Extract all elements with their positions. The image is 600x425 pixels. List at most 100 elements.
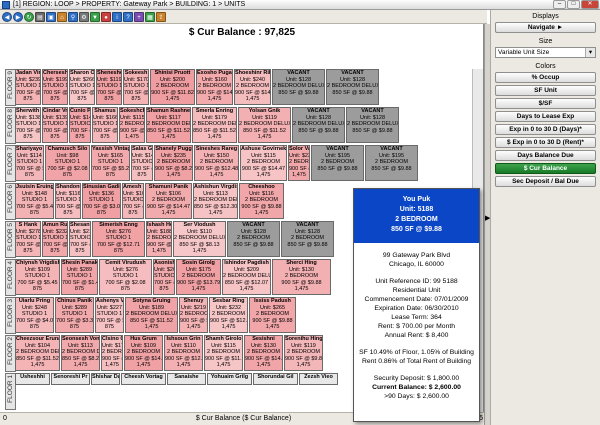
unit-cell[interactable]: S HankUnit: $278STUDIO 1700 SF @ $3.3787… bbox=[15, 221, 41, 257]
color-mode-button[interactable]: $ Cur Balance bbox=[495, 163, 596, 174]
export-icon[interactable]: ⇪ bbox=[156, 11, 166, 22]
unit-cell[interactable]: Smerla EnringUnit: $1792 BEDROOM DELUXE8… bbox=[192, 107, 237, 143]
unit-cell[interactable]: Clsino GrUnit: $1792 BEDROOM900 SF @ $9.… bbox=[101, 335, 123, 371]
unit-cell[interactable]: Cheeshoo Unit: $116 2 BEDROOM 900 SF @ $9.8… bbox=[239, 183, 284, 219]
vacant-unit[interactable]: VACANT Unit: $128 2 BEDROOM 850 SF @ $9.88 bbox=[281, 221, 334, 257]
unit-cell[interactable]: Shandonu GinaUnit: $116STUDIO 1700 SF @ … bbox=[55, 183, 81, 219]
size-select[interactable]: Variable Unit Size ▾ bbox=[495, 47, 596, 58]
unit-cell[interactable]: Ser Viodush Unit: $110 2 BEDROOM DELUXE 850… bbox=[173, 221, 226, 257]
unit-cell[interactable]: Hus GrumUnit: $1092 BEDROOM900 SF @ $14.… bbox=[124, 335, 163, 371]
maximize-icon[interactable]: □ bbox=[567, 0, 580, 9]
vacant-unit[interactable]: VACANT Unit: $128 2 BEDROOM 850 SF @ $9.88 bbox=[227, 221, 280, 257]
unit-cell[interactable]: Exosho Pugar Unit: $160 2 BEDROOM 900 SF @ … bbox=[196, 69, 233, 105]
vacant-unit[interactable]: VACANT Unit: $128 2 BEDROOM DELUXE 850 SF @… bbox=[292, 107, 345, 143]
unit-cell[interactable]: Seonsesh VonkUnit: $1132 BEDROOM DELUXE8… bbox=[61, 335, 100, 371]
unit-cell[interactable]: Sorenihu Hing Unit: $119 2 BEDROOM 900 SF @… bbox=[284, 335, 323, 371]
home-icon[interactable]: ⌂ bbox=[57, 11, 67, 22]
vacant-unit[interactable]: VACANT Unit: $128 2 BEDROOM DELUXE 850 SF @… bbox=[346, 107, 399, 143]
unit-cell[interactable]: Sokeshchr PrUnit: $1152 BEDROOM900 SF @ … bbox=[119, 107, 145, 143]
unit-cell[interactable]: Cemit Virudush Unit: $276 STUDIO 1 700 SF @… bbox=[99, 259, 152, 295]
save-icon[interactable]: ▣ bbox=[46, 11, 56, 22]
zoom-icon[interactable]: + bbox=[134, 11, 144, 22]
color-mode-button[interactable]: % Occup bbox=[495, 72, 596, 83]
color-mode-button[interactable]: $/SF bbox=[495, 98, 596, 109]
unit-cell[interactable]: Chinus Panik Unit: $289 STUDIO 1 700 SF @ $… bbox=[55, 297, 94, 333]
unit-cell[interactable]: Usheshhi bbox=[15, 373, 50, 385]
back-icon[interactable]: ◀ bbox=[2, 11, 12, 22]
unit-cell[interactable]: Shariyayo ProgorUnit: $114STUDIO 1700 SF… bbox=[15, 145, 44, 181]
filter-icon[interactable]: ▼ bbox=[90, 11, 100, 22]
unit-cell[interactable]: Shesan GlaUnit: $211STUDIO 1700 SF @ $4.… bbox=[69, 221, 91, 257]
search-icon[interactable]: ⚲ bbox=[68, 11, 78, 22]
color-mode-button[interactable]: Sec Deposit / Bal Due bbox=[495, 176, 596, 187]
color-mode-button[interactable]: Exp in 0 to 30 D (Days)* bbox=[495, 124, 596, 135]
unit-cell[interactable]: Yassish VintageeUnit: $165STUDIO 1700 SF… bbox=[91, 145, 130, 181]
vacant-unit[interactable]: VACANT Unit: $195 2 BEDROOM 850 SF @ $9.88 bbox=[311, 145, 364, 181]
unit-cell[interactable]: Asonish ShUnit: $265STUDIO 1700 SF @ $3.… bbox=[153, 259, 175, 295]
unit-cell[interactable]: Uiarlu Pring Unit: $248 STUDIO 1 700 SF @ $… bbox=[15, 297, 54, 333]
unit-cell[interactable]: Shoeshinr Rib Unit: $240 2 BEDROOM 900 SF @… bbox=[234, 69, 271, 105]
unit-cell[interactable]: Shinisi Pruott Unit: $200 2 BEDROOM 900 SF … bbox=[150, 69, 195, 105]
color-mode-button[interactable]: SF Unit bbox=[495, 85, 596, 96]
unit-cell[interactable]: Cunio PooUnit: $146STUDIO 1700 SF @ $5.2… bbox=[69, 107, 91, 143]
close-icon[interactable]: ✕ bbox=[581, 0, 599, 9]
unit-cell[interactable]: Shamun RashnekUnit: $1172 BEDROOM DELUXE… bbox=[146, 107, 191, 143]
color-icon[interactable]: ● bbox=[101, 11, 111, 22]
unit-cell[interactable]: Ishsoun Grin Unit: $110 2 BEDROOM 900 SF @ … bbox=[164, 335, 203, 371]
unit-cell[interactable]: Sotyna Gruing Unit: $189 2 BEDROOM DELUXE 8… bbox=[125, 297, 178, 333]
help-icon[interactable]: ? bbox=[123, 11, 133, 22]
unit-cell[interactable]: Cheezsour ErunakUnit: $1042 BEDROOM DELU… bbox=[15, 335, 60, 371]
unit-cell[interactable]: Ashenys VontUnit: $227STUDIO 1700 SF @ $… bbox=[95, 297, 124, 333]
color-mode-button[interactable]: Days Balance Due bbox=[495, 150, 596, 161]
unit-cell[interactable]: Jadan VirrakUnit: $239STUDIO 1700 SF @ $… bbox=[15, 69, 41, 105]
unit-cell[interactable]: Ashishun VirgdishUnit: $1132 BEDROOM DEL… bbox=[193, 183, 238, 219]
unit-cell[interactable]: Ississ Padush Unit: $265 2 BEDROOM 900 SF @… bbox=[249, 297, 296, 333]
unit-cell[interactable]: Shamuni Panik Unit: $106 2 BEDROOM 900 SF @… bbox=[145, 183, 192, 219]
unit-cell[interactable]: Simerish Enng Unit: $276 STUDIO 1 700 SF @ … bbox=[92, 221, 145, 257]
unit-cell[interactable]: Shamh Girolo Unit: $115 2 BEDROOM 900 SF @ … bbox=[204, 335, 243, 371]
unit-cell[interactable]: Yolsan Gnik Unit: $119 2 BEDROOM DELUXE 850… bbox=[238, 107, 291, 143]
unit-cell[interactable]: Zezsh Vieo bbox=[299, 373, 338, 385]
print-icon[interactable]: ▤ bbox=[35, 11, 45, 22]
unit-cell[interactable]: Chamusch Silo Unit: $98 STUDIO 1 700 SF @ $… bbox=[45, 145, 90, 181]
minimize-icon[interactable]: – bbox=[553, 0, 566, 9]
unit-cell[interactable]: SesishniUnit: $1302 BEDROOM900 SF @ $14.… bbox=[244, 335, 283, 371]
unit-cell[interactable]: Chiynsh Vrigdish Unit: $109 STUDIO 1 700 SF… bbox=[15, 259, 60, 295]
vacant-unit[interactable]: VACANT Unit: $128 2 BEDROOM DELUXE 850 SF @… bbox=[272, 69, 325, 105]
unit-cell[interactable]: Sesbar Ring Unit: $232 2 BEDROOM 900 SF @ $… bbox=[209, 297, 248, 333]
refresh-icon[interactable]: ↻ bbox=[24, 11, 34, 22]
unit-cell[interactable]: Sineshes Rareg Unit: $150 2 BEDROOM 900 SF … bbox=[194, 145, 239, 181]
unit-cell[interactable]: Sanaishe bbox=[167, 373, 206, 385]
unit-cell[interactable]: Amun RudasUnit: $232STUDIO 1700 SF @ $1.… bbox=[42, 221, 68, 257]
navigate-button[interactable]: Navigate ► bbox=[495, 22, 596, 33]
info-icon[interactable]: i bbox=[112, 11, 122, 22]
unit-cell[interactable]: Amesh BoUnit: $108STUDIO 1700 SF @ $4.93… bbox=[122, 183, 144, 219]
forward-icon[interactable]: ▶ bbox=[13, 11, 23, 22]
color-mode-button[interactable]: $ Exp in 0 to 30 D (Rent)* bbox=[495, 137, 596, 148]
unit-cell[interactable]: Shanely Pugg Unit: $235 2 BEDROOM 900 SF @ … bbox=[154, 145, 193, 181]
unit-cell[interactable]: ShamusUnit: $166STUDIO 1700 SF @ $5.8087… bbox=[92, 107, 118, 143]
unit-cell[interactable]: SokeeshUnit: $170STUDIO 1700 SF @ $6.068… bbox=[123, 69, 149, 105]
unit-cell[interactable]: Shishar Daig bbox=[91, 373, 120, 385]
color-mode-button[interactable]: Days to Lease Exp bbox=[495, 111, 596, 122]
unit-cell[interactable]: Cheesh Vortag bbox=[121, 373, 166, 385]
unit-cell[interactable]: Yohuaim Grilg bbox=[207, 373, 252, 385]
unit-cell[interactable]: Sinusian GadishUnit: $136STUDIO 1700 SF … bbox=[82, 183, 121, 219]
unit-cell[interactable]: Jsuisin Eruing Unit: $148 STUDIO 1 700 SF @… bbox=[15, 183, 54, 219]
unit-cell[interactable]: Sherwith GumUnit: $138STUDIO 1700 SF @ $… bbox=[15, 107, 41, 143]
unit-cell[interactable]: Senoreshi Pr bbox=[51, 373, 90, 385]
unit-cell[interactable]: Shesin Panak Unit: $289 STUDIO 1 700 SF @ $… bbox=[61, 259, 98, 295]
unit-cell[interactable]: Ishash HongUnit: $1882 BEDROOM900 SF @ $… bbox=[146, 221, 172, 257]
unit-cell[interactable]: Cherseshia VixnsUnit: $199STUDIO 1700 SF… bbox=[42, 69, 68, 105]
map-icon[interactable]: ▦ bbox=[145, 11, 155, 22]
vacant-unit[interactable]: VACANT Unit: $128 2 BEDROOM DELUXE 850 SF @… bbox=[326, 69, 379, 105]
unit-cell[interactable]: Cindar VrudushUnit: $139STUDIO 1700 SF @… bbox=[42, 107, 68, 143]
unit-cell[interactable]: Salas GirUnit: $148STUDIO 1700 SF @ $5.2… bbox=[131, 145, 153, 181]
chevron-down-icon[interactable]: ▾ bbox=[585, 48, 595, 57]
unit-cell[interactable]: Sosin Girolg Unit: $175 2 BEDROOM 900 SF @ … bbox=[176, 259, 221, 295]
unit-cell[interactable]: Shenesheshia GlebUnit: $119STUDIO 1700 S… bbox=[96, 69, 122, 105]
unit-cell[interactable]: Ishindor PagdishUnit: $2092 BEDROOM DELU… bbox=[222, 259, 271, 295]
unit-cell[interactable]: ShenuyUnit: $2192 BEDROOM900 SF @ $14.47… bbox=[179, 297, 208, 333]
unit-cell[interactable]: Ashuse Govirnek Unit: $115 2 BEDROOM 900 SF… bbox=[240, 145, 287, 181]
unit-cell[interactable]: Shorundai Gil bbox=[253, 373, 298, 385]
